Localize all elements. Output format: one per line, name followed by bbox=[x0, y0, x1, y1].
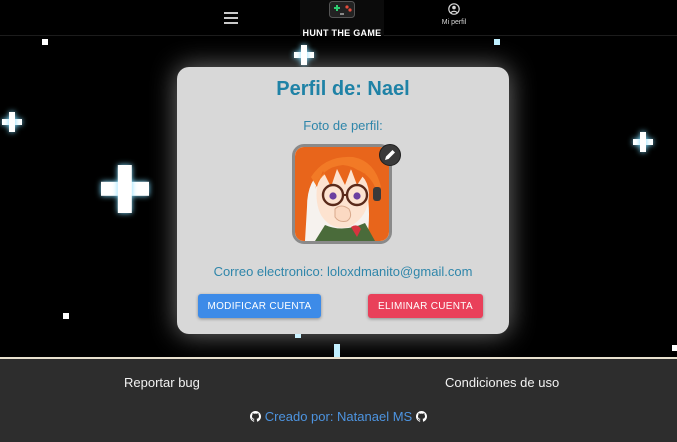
logo-text: HUNT THE GAME bbox=[302, 28, 382, 38]
terms-of-use-link[interactable]: Condiciones de uso bbox=[445, 375, 559, 390]
profile-card: Perfil de: Nael Foto de perfil: Correo e… bbox=[177, 67, 509, 334]
author-link[interactable]: Creado por: Natanael MS bbox=[265, 409, 412, 424]
page-footer: Reportar bug Condiciones de uso Creado p… bbox=[0, 359, 677, 442]
hamburger-icon bbox=[224, 12, 238, 14]
credit-line: Creado por: Natanael MS bbox=[0, 409, 677, 424]
profile-email: Correo electronico: loloxdmanito@gmail.c… bbox=[213, 264, 473, 279]
user-circle-icon bbox=[448, 3, 460, 15]
github-icon bbox=[415, 411, 427, 422]
star-dot bbox=[672, 345, 677, 351]
hamburger-menu-button[interactable] bbox=[222, 9, 240, 25]
star-beam bbox=[334, 344, 340, 358]
star-dot bbox=[494, 39, 500, 45]
star-cross-large bbox=[101, 165, 149, 213]
delete-account-button[interactable]: ELIMINAR CUENTA bbox=[368, 294, 483, 318]
edit-avatar-button[interactable] bbox=[379, 144, 401, 166]
modify-account-button[interactable]: MODIFICAR CUENTA bbox=[198, 294, 321, 318]
github-icon bbox=[250, 411, 262, 422]
pencil-icon bbox=[385, 150, 395, 160]
my-profile-link[interactable]: Mi perfil bbox=[434, 3, 474, 26]
profile-photo-label: Foto de perfil: bbox=[303, 118, 383, 133]
hamburger-line bbox=[224, 17, 238, 19]
star-cross bbox=[2, 112, 22, 132]
hamburger-line bbox=[224, 22, 238, 24]
star-cross bbox=[633, 132, 653, 152]
profile-title: Perfil de: Nael bbox=[276, 78, 410, 100]
anime-avatar-image bbox=[295, 147, 389, 241]
profile-avatar bbox=[292, 144, 392, 244]
gamepad-icon bbox=[329, 1, 355, 18]
site-logo[interactable]: HUNT THE GAME bbox=[300, 0, 384, 38]
top-navbar: HUNT THE GAME Mi perfil bbox=[0, 0, 677, 38]
my-profile-label: Mi perfil bbox=[441, 19, 467, 26]
star-cross bbox=[294, 45, 314, 65]
star-dot bbox=[42, 39, 48, 45]
report-bug-link[interactable]: Reportar bug bbox=[124, 375, 200, 390]
star-dot bbox=[63, 313, 69, 319]
